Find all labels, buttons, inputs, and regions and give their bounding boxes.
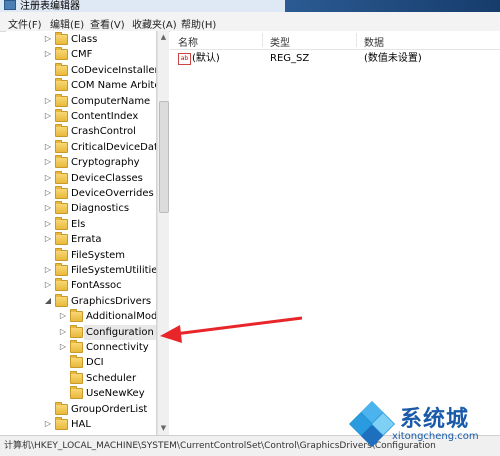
- arrow-head: [160, 325, 182, 343]
- watermark: 系统城 xitongcheng.com: [345, 395, 495, 453]
- watermark-url: xitongcheng.com: [392, 431, 479, 442]
- annotation-arrow: [160, 316, 303, 343]
- watermark-brand: 系统城: [400, 407, 470, 432]
- brand-logo-icon: [349, 401, 395, 447]
- arrow-shaft: [174, 316, 303, 336]
